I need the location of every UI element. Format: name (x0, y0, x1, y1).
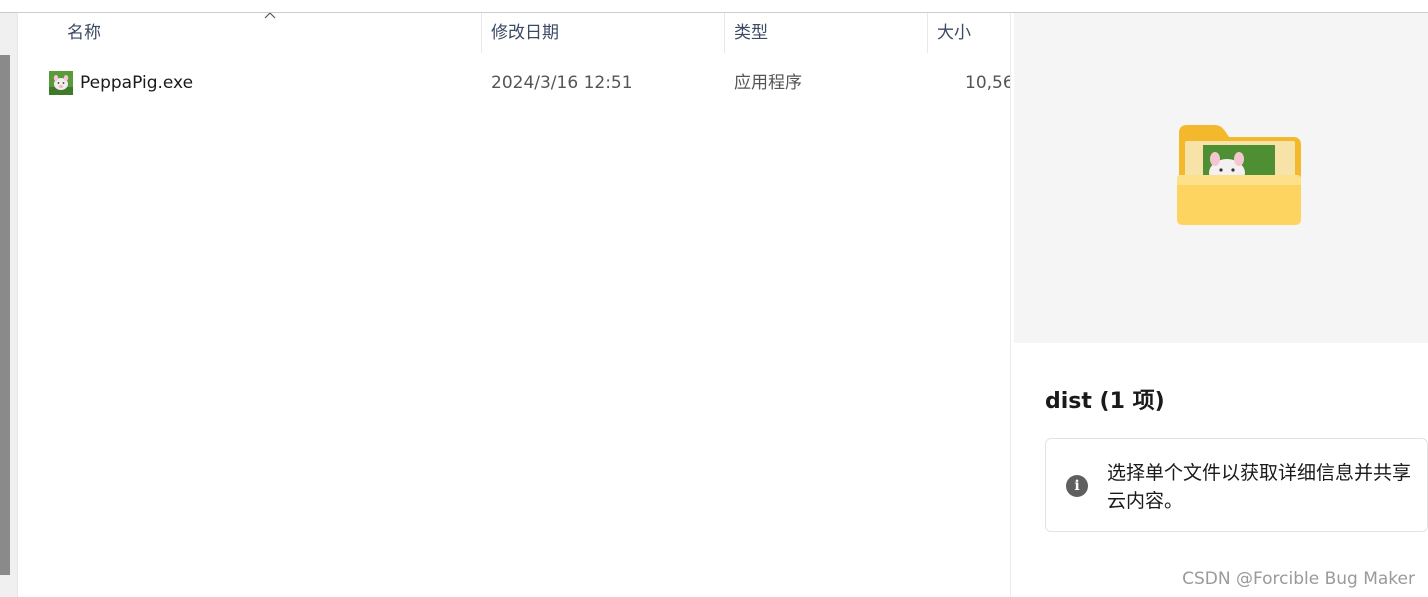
column-header-modified-label: 修改日期 (491, 23, 559, 43)
info-message: 选择单个文件以获取详细信息并共享云内容。 (1107, 462, 1412, 512)
preview-thumbnail-area (1014, 13, 1428, 343)
info-card: i 选择单个文件以获取详细信息并共享云内容。 (1045, 438, 1428, 532)
info-icon: i (1066, 475, 1088, 497)
left-scrollbar-thumb[interactable] (0, 55, 10, 575)
file-list-pane: 名称 修改日期 类型 大小 PeppaPig.exe 2024/3/16 12:… (18, 13, 1010, 597)
left-scrollbar-track[interactable] (0, 13, 17, 597)
folder-with-image-icon (1177, 125, 1301, 225)
preview-folder-title: dist (1 项) (1045, 389, 1165, 414)
file-size: 10,56 (965, 73, 1010, 93)
column-header-size[interactable]: 大小 (937, 13, 1010, 53)
file-type: 应用程序 (734, 73, 802, 93)
column-header-type-label: 类型 (734, 23, 768, 43)
file-row[interactable]: PeppaPig.exe 2024/3/16 12:51 应用程序 10,56 (18, 66, 1010, 100)
sort-ascending-icon (264, 13, 276, 19)
column-header-type[interactable]: 类型 (734, 13, 926, 53)
column-separator[interactable] (724, 13, 725, 53)
column-separator[interactable] (481, 13, 482, 53)
window-top-border (0, 0, 1428, 13)
column-header-size-label: 大小 (937, 23, 971, 43)
column-separator[interactable] (927, 13, 928, 53)
csdn-watermark: CSDN @Forcible Bug Maker (1182, 569, 1415, 589)
file-explorer-window: 名称 修改日期 类型 大小 PeppaPig.exe 2024/3/16 12:… (0, 0, 1428, 597)
file-modified-date: 2024/3/16 12:51 (491, 73, 633, 93)
file-name: PeppaPig.exe (80, 73, 194, 93)
column-header-name-label: 名称 (67, 23, 101, 43)
peppa-pig-app-icon (49, 71, 73, 95)
details-pane: dist (1 项) i 选择单个文件以获取详细信息并共享云内容。 CSDN @… (1010, 13, 1428, 597)
column-header-modified[interactable]: 修改日期 (491, 13, 723, 53)
